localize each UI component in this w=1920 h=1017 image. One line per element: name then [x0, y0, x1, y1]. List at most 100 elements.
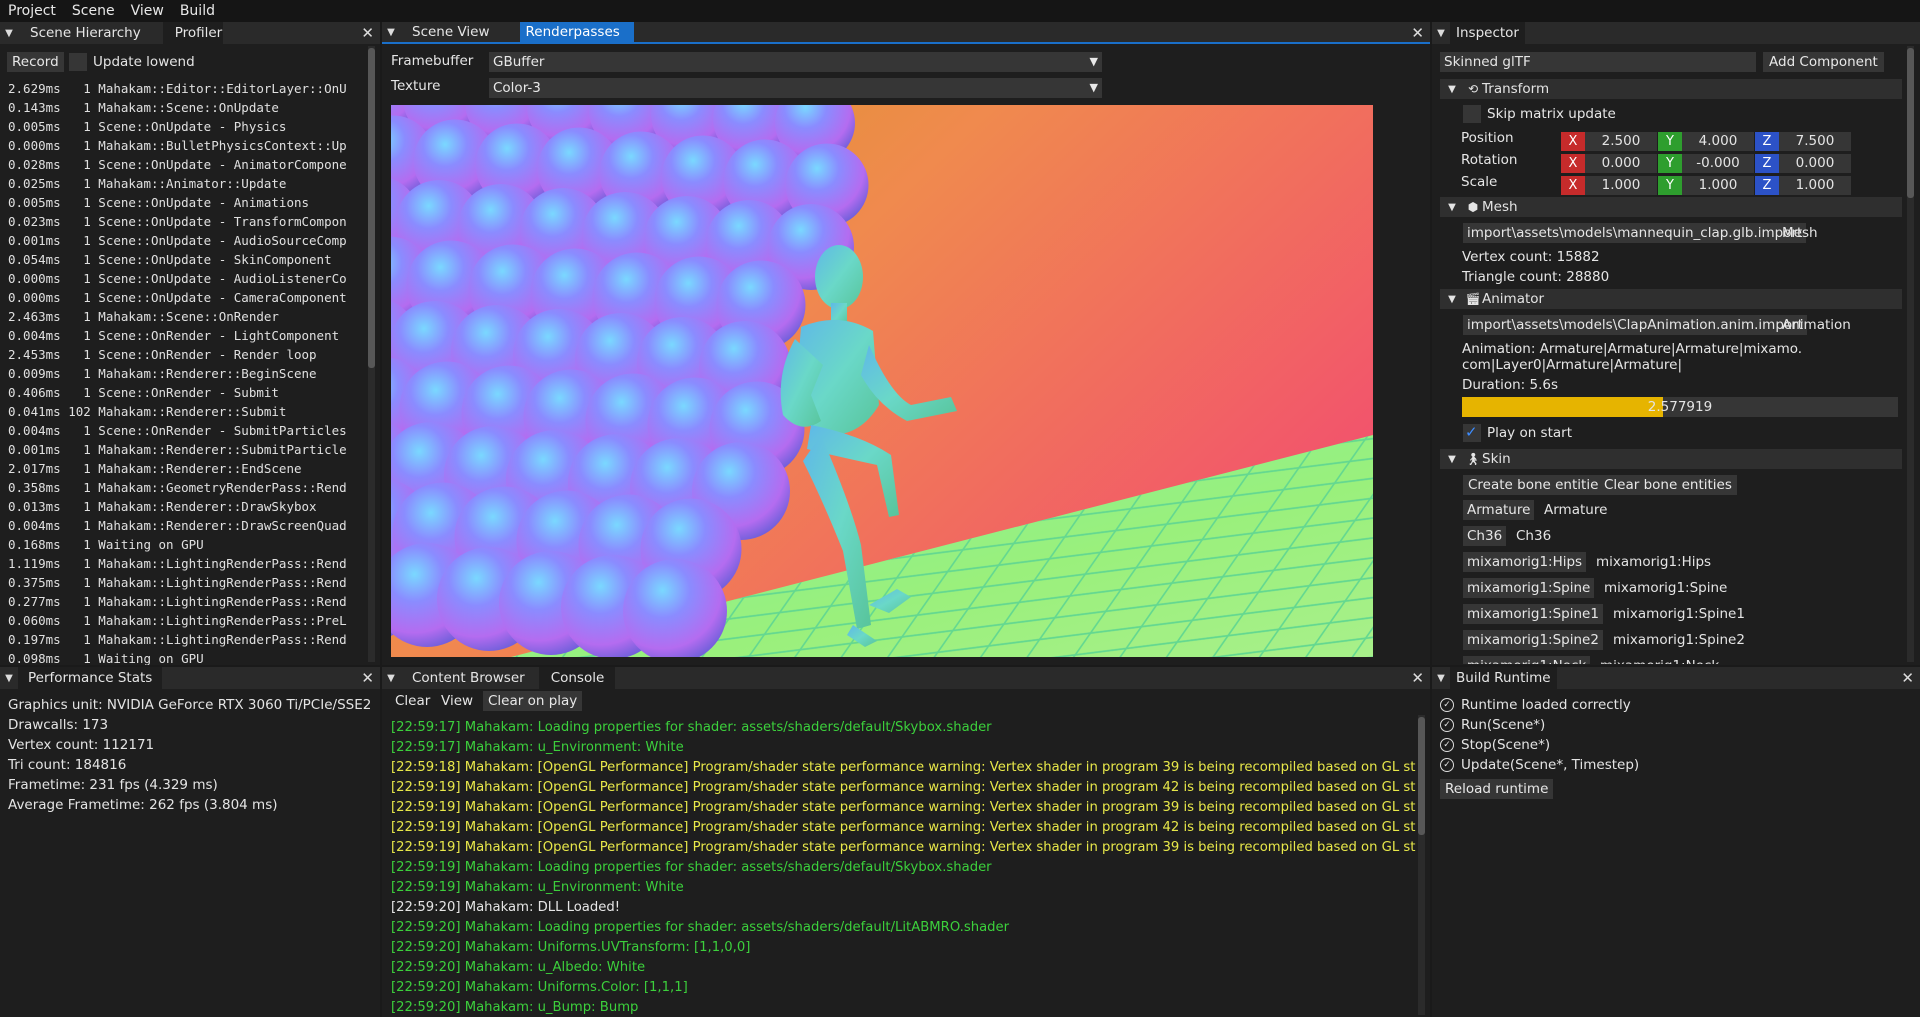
- check-circle-icon: ✓: [1440, 758, 1454, 772]
- renderpass-viewport[interactable]: [391, 105, 1373, 657]
- profiler-row[interactable]: 0.013ms 1 Mahakam::Renderer::DrawSkybox: [8, 497, 364, 516]
- skip-matrix-checkbox[interactable]: [1463, 105, 1481, 123]
- collapse-triangle-icon[interactable]: ▼: [382, 22, 400, 42]
- close-icon[interactable]: ✕: [361, 24, 374, 42]
- tab-console[interactable]: Console: [538, 667, 615, 689]
- close-icon[interactable]: ✕: [1411, 669, 1424, 687]
- tab-scene-hierarchy[interactable]: Scene Hierarchy: [18, 22, 153, 44]
- clear-on-play-toggle[interactable]: Clear on play: [483, 691, 583, 711]
- create-bone-entities-button[interactable]: Create bone entities: [1463, 475, 1611, 495]
- profiler-row[interactable]: 0.023ms 1 Scene::OnUpdate - TransformCom…: [8, 212, 364, 231]
- mesh-section-header[interactable]: ▼ ⬢ Mesh: [1440, 197, 1902, 217]
- record-button[interactable]: Record: [7, 52, 64, 72]
- z-axis-label: Z: [1755, 132, 1779, 151]
- collapse-triangle-icon[interactable]: ▼: [1432, 667, 1450, 689]
- profiler-row[interactable]: 0.000ms 1 Mahakam::BulletPhysicsContext:…: [8, 136, 364, 155]
- profiler-row[interactable]: 0.004ms 1 Mahakam::Renderer::DrawScreenQ…: [8, 516, 364, 535]
- profiler-row[interactable]: 0.197ms 1 Mahakam::LightingRenderPass::R…: [8, 630, 364, 649]
- profiler-row[interactable]: 0.000ms 1 Scene::OnUpdate - CameraCompon…: [8, 288, 364, 307]
- profiler-row[interactable]: 0.005ms 1 Scene::OnUpdate - Physics: [8, 117, 364, 136]
- entity-name-input[interactable]: Skinned glTF: [1440, 52, 1756, 72]
- profiler-row[interactable]: 0.041ms 102 Mahakam::Renderer::Submit: [8, 402, 364, 421]
- bone-name-label: Ch36: [1516, 528, 1552, 544]
- bone-entity-field[interactable]: mixamorig1:Hips: [1463, 552, 1587, 572]
- profiler-row[interactable]: 0.000ms 1 Scene::OnUpdate - AudioListene…: [8, 269, 364, 288]
- animator-section-header[interactable]: ▼ 🎬︎ Animator: [1440, 289, 1902, 309]
- menu-view[interactable]: View: [123, 3, 172, 19]
- profiler-row[interactable]: 2.017ms 1 Mahakam::Renderer::EndScene: [8, 459, 364, 478]
- close-icon[interactable]: ✕: [361, 669, 374, 687]
- scale-y-field[interactable]: 1.000: [1682, 176, 1754, 195]
- profiler-row[interactable]: 0.004ms 1 Scene::OnRender - LightCompone…: [8, 326, 364, 345]
- collapse-triangle-icon[interactable]: ▼: [1432, 22, 1450, 44]
- profiler-row[interactable]: 0.054ms 1 Scene::OnUpdate - SkinComponen…: [8, 250, 364, 269]
- bone-entity-field[interactable]: Ch36: [1463, 526, 1507, 546]
- bone-entity-field[interactable]: mixamorig1:Neck: [1463, 656, 1591, 664]
- position-x-field[interactable]: 2.500: [1585, 132, 1657, 151]
- console-clear-button[interactable]: Clear: [395, 693, 430, 709]
- menu-project[interactable]: Project: [0, 3, 64, 19]
- profiler-row[interactable]: 2.453ms 1 Scene::OnRender - Render loop: [8, 345, 364, 364]
- collapse-triangle-icon[interactable]: ▼: [0, 22, 18, 44]
- scale-z-field[interactable]: 1.000: [1779, 176, 1851, 195]
- texture-select[interactable]: Color-3 ▼: [489, 78, 1102, 98]
- rotation-y-field[interactable]: -0.000: [1682, 154, 1754, 173]
- profiler-row[interactable]: 0.406ms 1 Scene::OnRender - Submit: [8, 383, 364, 402]
- profiler-row[interactable]: 2.463ms 1 Mahakam::Scene::OnRender: [8, 307, 364, 326]
- transform-section-header[interactable]: ▼ ⟲ Transform: [1440, 79, 1902, 99]
- rotation-x-field[interactable]: 0.000: [1585, 154, 1657, 173]
- profiler-row[interactable]: 0.009ms 1 Mahakam::Renderer::BeginScene: [8, 364, 364, 383]
- bone-entity-field[interactable]: mixamorig1:Spine2: [1463, 630, 1603, 650]
- scrollbar-thumb[interactable]: [1907, 48, 1914, 198]
- profiler-row[interactable]: 0.025ms 1 Mahakam::Animator::Update: [8, 174, 364, 193]
- skin-section-header[interactable]: ▼ 🚶︎ Skin: [1440, 449, 1902, 469]
- position-y-field[interactable]: 4.000: [1682, 132, 1754, 151]
- rotation-z-field[interactable]: 0.000: [1779, 154, 1851, 173]
- profiler-row[interactable]: 1.119ms 1 Mahakam::LightingRenderPass::R…: [8, 554, 364, 573]
- profiler-row[interactable]: 0.060ms 1 Mahakam::LightingRenderPass::P…: [8, 611, 364, 630]
- add-component-button[interactable]: Add Component: [1763, 52, 1884, 72]
- profiler-row[interactable]: 0.375ms 1 Mahakam::LightingRenderPass::R…: [8, 573, 364, 592]
- profiler-row[interactable]: 0.005ms 1 Scene::OnUpdate - Animations: [8, 193, 364, 212]
- close-icon[interactable]: ✕: [1901, 669, 1914, 687]
- update-lowend-checkbox[interactable]: [69, 53, 87, 71]
- reload-runtime-button[interactable]: Reload runtime: [1440, 779, 1554, 799]
- position-z-field[interactable]: 7.500: [1779, 132, 1851, 151]
- profiler-row[interactable]: 0.001ms 1 Mahakam::Renderer::SubmitParti…: [8, 440, 364, 459]
- scrollbar-thumb[interactable]: [1418, 717, 1425, 835]
- tab-profiler[interactable]: Profiler: [162, 22, 223, 44]
- tab-renderpasses[interactable]: Renderpasses: [519, 22, 634, 42]
- profiler-row[interactable]: 0.098ms 1 Waiting on GPU: [8, 649, 364, 665]
- duration-label: Duration: 5.6s: [1462, 377, 1558, 393]
- clear-bone-entities-button[interactable]: Clear bone entities: [1599, 475, 1737, 495]
- bone-entity-field[interactable]: mixamorig1:Spine: [1463, 578, 1595, 598]
- profiler-row[interactable]: 0.001ms 1 Scene::OnUpdate - AudioSourceC…: [8, 231, 364, 250]
- menu-build[interactable]: Build: [172, 3, 223, 19]
- profiler-row[interactable]: 0.028ms 1 Scene::OnUpdate - AnimatorComp…: [8, 155, 364, 174]
- scale-x-field[interactable]: 1.000: [1585, 176, 1657, 195]
- tab-scene-view[interactable]: Scene View: [400, 22, 520, 42]
- collapse-triangle-icon[interactable]: ▼: [382, 667, 400, 689]
- profiler-panel: ▼ Scene Hierarchy Profiler ✕ Record Upda…: [0, 22, 380, 665]
- console-view-button[interactable]: View: [441, 693, 473, 709]
- bone-entity-field[interactable]: Armature: [1463, 500, 1535, 520]
- framebuffer-select[interactable]: GBuffer ▼: [489, 52, 1102, 72]
- tab-content-browser[interactable]: Content Browser: [400, 667, 539, 689]
- scrollbar-thumb[interactable]: [368, 48, 375, 368]
- animation-time-slider[interactable]: 2.577919: [1462, 397, 1898, 417]
- profiler-row[interactable]: 0.004ms 1 Scene::OnRender - SubmitPartic…: [8, 421, 364, 440]
- profiler-row[interactable]: 0.277ms 1 Mahakam::LightingRenderPass::R…: [8, 592, 364, 611]
- menu-scene[interactable]: Scene: [64, 3, 123, 19]
- profiler-row[interactable]: 0.358ms 1 Mahakam::GeometryRenderPass::R…: [8, 478, 364, 497]
- close-icon[interactable]: ✕: [1411, 24, 1424, 42]
- profiler-row[interactable]: 2.629ms 1 Mahakam::Editor::EditorLayer::…: [8, 79, 364, 98]
- mesh-asset-field[interactable]: import\assets\models\mannequin_clap.glb.…: [1463, 223, 1807, 243]
- profiler-row[interactable]: 0.168ms 1 Waiting on GPU: [8, 535, 364, 554]
- bone-entity-field[interactable]: mixamorig1:Spine1: [1463, 604, 1603, 624]
- collapse-triangle-icon[interactable]: ▼: [0, 667, 18, 689]
- profiler-scrollbar[interactable]: [368, 46, 375, 662]
- profiler-row[interactable]: 0.143ms 1 Mahakam::Scene::OnUpdate: [8, 98, 364, 117]
- animation-asset-field[interactable]: import\assets\models\ClapAnimation.anim.…: [1463, 315, 1807, 335]
- console-scrollbar[interactable]: [1418, 715, 1425, 1015]
- play-on-start-checkbox[interactable]: [1463, 423, 1481, 442]
